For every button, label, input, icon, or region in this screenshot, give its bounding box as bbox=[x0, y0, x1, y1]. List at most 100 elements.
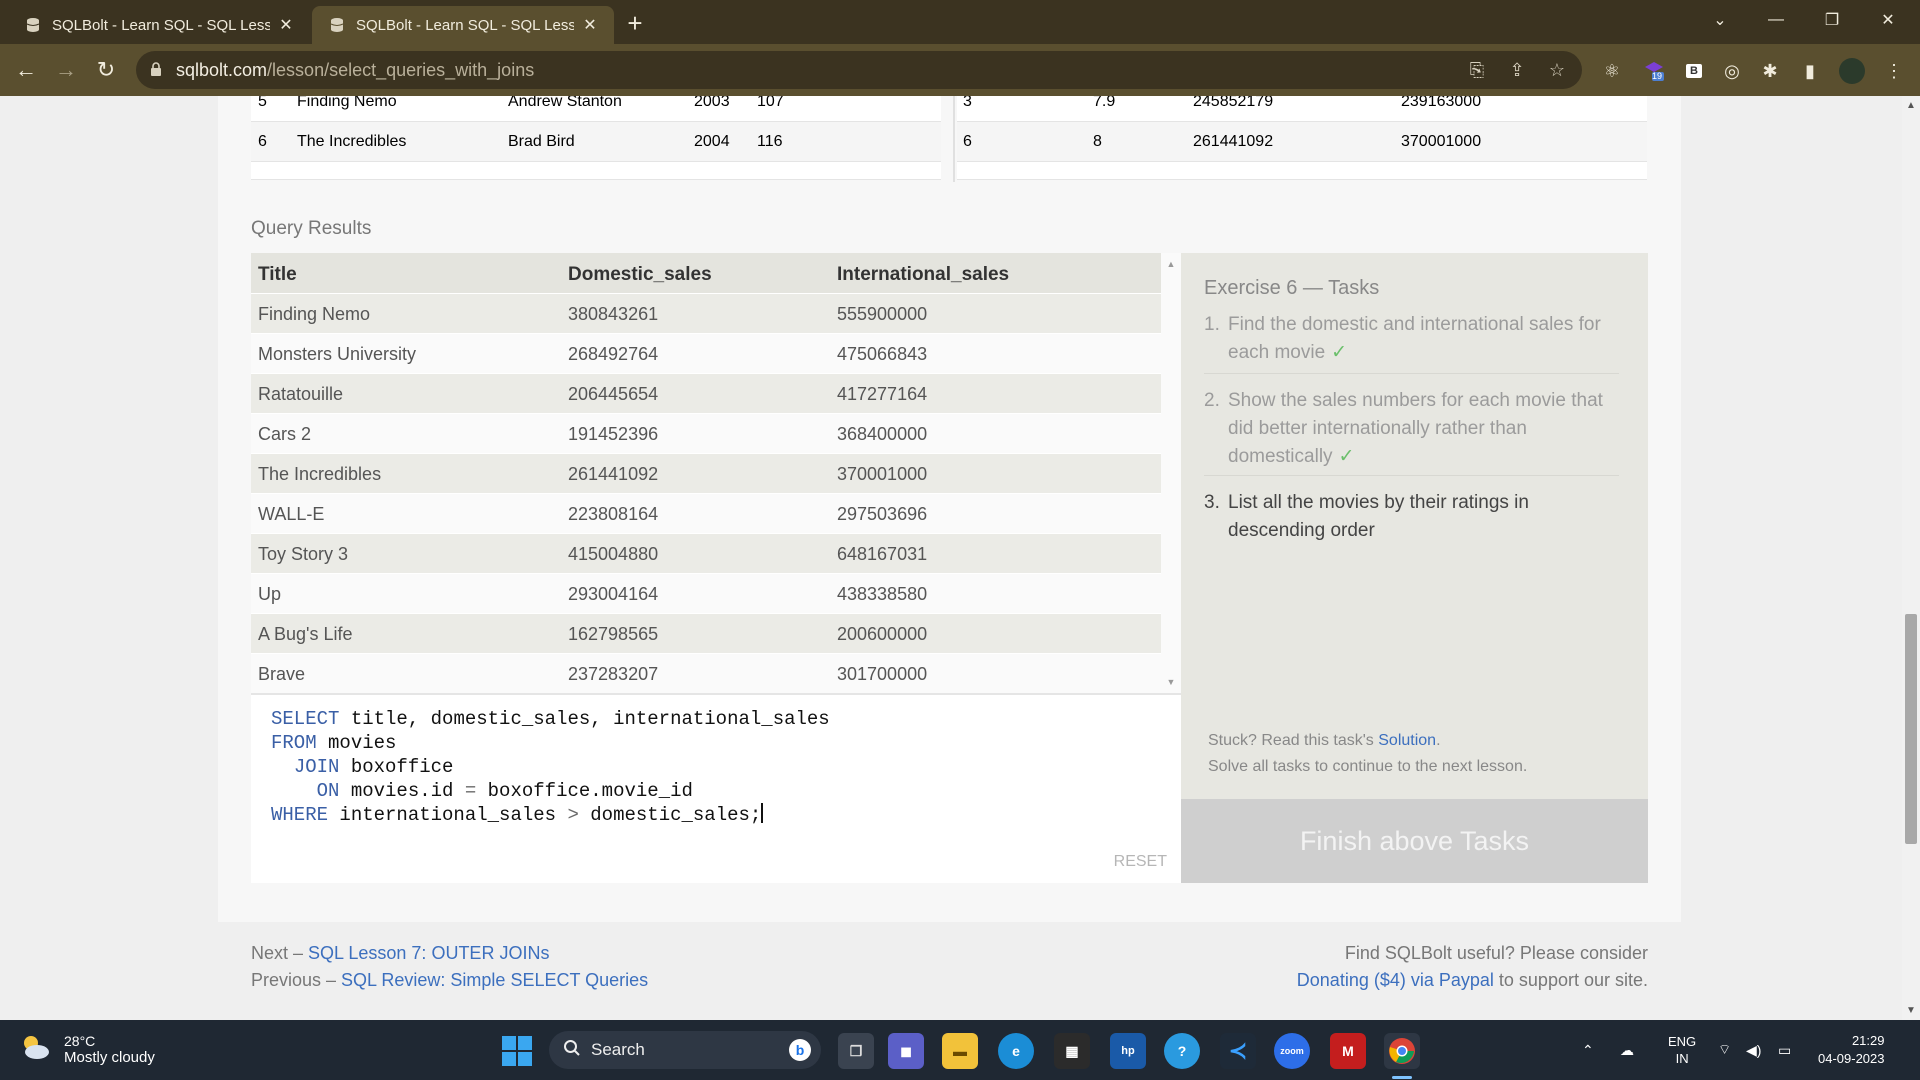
weather-condition: Mostly cloudy bbox=[64, 1049, 155, 1066]
share-icon[interactable]: ⇪ bbox=[1506, 60, 1528, 81]
react-devtools-icon[interactable]: ⚛ bbox=[1598, 57, 1626, 85]
boxoffice-international: 239163000 bbox=[1401, 96, 1482, 110]
taskbar-search[interactable]: Search b bbox=[549, 1031, 821, 1069]
donate-suffix: to support our site. bbox=[1493, 970, 1648, 990]
table-cell: A Bug's Life bbox=[258, 624, 353, 644]
table-row: A Bug's Life 162798565 200600000 bbox=[251, 613, 1161, 653]
table-cell: 370001000 bbox=[837, 464, 928, 484]
extensions-puzzle-icon[interactable]: ✱ bbox=[1756, 57, 1784, 85]
table-cell: Up bbox=[258, 584, 282, 604]
sql-editor[interactable]: SELECT title, domestic_sales, internatio… bbox=[251, 693, 1181, 883]
previous-lesson-link[interactable]: SQL Review: Simple SELECT Queries bbox=[341, 970, 648, 990]
forward-icon[interactable]: → bbox=[50, 54, 82, 86]
task-number: 1. bbox=[1204, 314, 1220, 335]
table-cell: Monsters University bbox=[258, 344, 417, 364]
target-extension-icon[interactable]: ◎ bbox=[1718, 57, 1746, 85]
donate-link[interactable]: Donating ($4) via Paypal bbox=[1297, 970, 1494, 990]
task-text: List all the movies by their ratings in … bbox=[1228, 492, 1529, 541]
column-header: International_sales bbox=[837, 264, 1010, 285]
movies-table-cutoff-row bbox=[251, 162, 941, 180]
solution-link[interactable]: Solution bbox=[1378, 732, 1436, 749]
page-scrollbar[interactable]: ▲ ▼ bbox=[1902, 96, 1920, 1020]
show-hidden-icons-chevron-icon[interactable]: ⌃ bbox=[1582, 1020, 1594, 1080]
help-app-icon[interactable]: ? bbox=[1164, 1033, 1200, 1069]
task-divider bbox=[1204, 373, 1619, 374]
teams-chat-icon[interactable]: ◼ bbox=[888, 1033, 924, 1069]
microsoft-store-icon[interactable]: ▦ bbox=[1054, 1033, 1090, 1069]
tab-bar: SQLBolt - Learn SQL - SQL Lesson ✕ SQLBo… bbox=[0, 0, 1920, 44]
next-lesson-link[interactable]: SQL Lesson 7: OUTER JOINs bbox=[308, 943, 549, 963]
active-app-indicator bbox=[1392, 1076, 1412, 1079]
table-row: Finding Nemo 380843261 555900000 bbox=[251, 293, 1161, 333]
query-results-table: Title Domestic_sales International_sales… bbox=[251, 253, 1181, 693]
browser-tab-2[interactable]: SQLBolt - Learn SQL - SQL Lesson ✕ bbox=[312, 6, 614, 44]
temperature: 28°C bbox=[64, 1033, 96, 1049]
scroll-down-arrow-icon[interactable]: ▼ bbox=[1161, 677, 1181, 687]
bookmark-star-icon[interactable]: ☆ bbox=[1546, 60, 1568, 81]
table-divider bbox=[953, 96, 955, 182]
tab-search-chevron-icon[interactable]: ⌄ bbox=[1692, 0, 1748, 40]
minimize-icon[interactable]: — bbox=[1748, 0, 1804, 40]
volume-icon[interactable]: ◀) bbox=[1746, 1020, 1761, 1080]
close-icon[interactable]: ✕ bbox=[580, 15, 600, 35]
scrollbar-thumb[interactable] bbox=[1905, 614, 1917, 844]
address-bar[interactable]: sqlbolt.com/lesson/select_queries_with_j… bbox=[136, 51, 1582, 89]
mcafee-icon[interactable]: M bbox=[1330, 1033, 1366, 1069]
edge-browser-icon[interactable]: e bbox=[998, 1033, 1034, 1069]
chrome-icon[interactable] bbox=[1384, 1033, 1420, 1069]
bold-extension-icon[interactable]: B bbox=[1680, 57, 1708, 85]
profile-avatar[interactable] bbox=[1838, 57, 1866, 85]
boxoffice-rating: 7.9 bbox=[1093, 96, 1116, 110]
boxoffice-international: 370001000 bbox=[1401, 132, 1482, 150]
zoom-icon[interactable]: zoom bbox=[1274, 1033, 1310, 1069]
weather-widget[interactable]: 28°C Mostly cloudy bbox=[18, 1032, 155, 1067]
sql-code[interactable]: SELECT title, domestic_sales, internatio… bbox=[271, 707, 830, 827]
restore-icon[interactable]: ❐ bbox=[1804, 0, 1860, 40]
side-panel-icon[interactable]: ▮ bbox=[1796, 57, 1824, 85]
table-cell: Toy Story 3 bbox=[258, 544, 349, 564]
table-cell: 191452396 bbox=[568, 424, 659, 444]
browser-tab-1[interactable]: SQLBolt - Learn SQL - SQL Lesson ✕ bbox=[8, 6, 310, 44]
scroll-down-arrow-icon[interactable]: ▼ bbox=[1902, 1005, 1920, 1016]
back-icon[interactable]: ← bbox=[10, 54, 42, 86]
previous-lesson-nav: Previous – SQL Review: Simple SELECT Que… bbox=[251, 970, 648, 991]
battery-icon[interactable]: ▭ bbox=[1778, 1020, 1791, 1080]
translate-icon[interactable]: ⎘ bbox=[1466, 60, 1488, 81]
wifi-icon[interactable]: ⌔ bbox=[1718, 1020, 1731, 1080]
language-code: ENG bbox=[1668, 1034, 1697, 1049]
reset-button[interactable]: RESET bbox=[1114, 853, 1167, 871]
reload-icon[interactable]: ↻ bbox=[90, 54, 122, 86]
system-clock[interactable]: 21:29 04-09-2023 bbox=[1818, 1020, 1885, 1080]
movies-table-row: 5 Finding Nemo Andrew Stanton 2003 107 bbox=[251, 96, 941, 122]
scroll-up-arrow-icon[interactable]: ▲ bbox=[1902, 100, 1920, 111]
boxoffice-domestic: 261441092 bbox=[1193, 132, 1274, 150]
results-scrollbar[interactable]: ▲ ▼ bbox=[1161, 253, 1181, 693]
database-icon bbox=[328, 16, 346, 34]
next-prefix: Next – bbox=[251, 943, 309, 963]
language-indicator[interactable]: ENG IN bbox=[1668, 1020, 1696, 1080]
onedrive-cloud-icon[interactable]: ☁ bbox=[1620, 1020, 1634, 1080]
boxoffice-domestic: 245852179 bbox=[1193, 96, 1274, 110]
table-row: Cars 2 191452396 368400000 bbox=[251, 413, 1161, 453]
close-window-icon[interactable]: ✕ bbox=[1860, 0, 1916, 40]
extension-badge-icon[interactable]: 19 bbox=[1640, 57, 1668, 85]
close-icon[interactable]: ✕ bbox=[276, 15, 296, 35]
windows-start-button[interactable] bbox=[502, 1036, 532, 1066]
vscode-icon[interactable]: ≺ bbox=[1220, 1033, 1256, 1069]
table-cell: 417277164 bbox=[837, 384, 928, 404]
url-host: sqlbolt.com bbox=[176, 59, 268, 80]
finish-tasks-button[interactable]: Finish above Tasks bbox=[1181, 799, 1648, 883]
new-tab-button[interactable]: + bbox=[620, 8, 650, 38]
task-text: Find the domestic and international sale… bbox=[1228, 314, 1601, 363]
task-view-icon[interactable]: ❐ bbox=[838, 1033, 874, 1069]
scroll-up-arrow-icon[interactable]: ▲ bbox=[1161, 259, 1181, 269]
region-code: IN bbox=[1675, 1051, 1689, 1066]
table-cell: 380843261 bbox=[568, 304, 659, 324]
search-icon bbox=[563, 1039, 581, 1062]
menu-kebab-icon[interactable]: ⋮ bbox=[1880, 57, 1908, 85]
myhp-icon[interactable]: hp bbox=[1110, 1033, 1146, 1069]
tab-title: SQLBolt - Learn SQL - SQL Lesson bbox=[356, 16, 574, 34]
file-explorer-icon[interactable]: ▬ bbox=[942, 1033, 978, 1069]
browser-toolbar: ← → ↻ sqlbolt.com/lesson/select_queries_… bbox=[0, 44, 1920, 96]
table-cell: Finding Nemo bbox=[258, 304, 371, 324]
